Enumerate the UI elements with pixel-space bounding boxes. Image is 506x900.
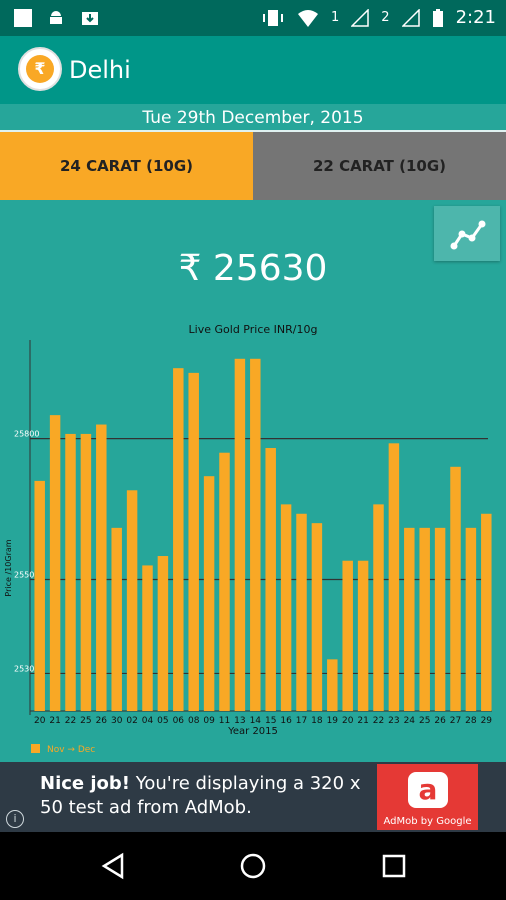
- recents-icon[interactable]: [380, 852, 408, 880]
- admob-icon: a: [408, 772, 448, 808]
- x-tick-label: 22: [373, 716, 384, 726]
- x-tick-label: 09: [203, 716, 215, 726]
- bar: [65, 433, 76, 711]
- x-tick-label: 21: [357, 716, 368, 726]
- bar: [34, 480, 45, 711]
- x-tick-label: 23: [388, 716, 399, 726]
- bar: [80, 433, 92, 711]
- x-tick-label: 25: [419, 716, 430, 726]
- clock: 2:21: [455, 7, 496, 28]
- x-axis-label: Year 2015: [227, 726, 278, 737]
- signal-icon: [351, 8, 370, 27]
- bar: [173, 368, 184, 711]
- bar: [265, 448, 276, 711]
- y-axis-label: Price /10Gram: [4, 539, 13, 596]
- legend-swatch: [31, 744, 40, 753]
- back-icon[interactable]: [100, 852, 128, 880]
- y-tick-label: 25800: [14, 430, 39, 439]
- x-tick-label: 04: [142, 716, 154, 726]
- x-tick-label: 20: [34, 716, 46, 726]
- legend-label: Nov → Dec: [47, 745, 95, 755]
- x-tick-label: 30: [111, 716, 123, 726]
- ad-info-icon[interactable]: i: [6, 810, 24, 828]
- rupee-icon: ₹: [26, 55, 54, 83]
- bar: [296, 513, 307, 711]
- status-bar: 1 2 2:21: [0, 0, 506, 36]
- download-icon: [82, 12, 98, 25]
- bar: [157, 556, 169, 711]
- ad-text: Nice job! You're displaying a 320 x 50 t…: [40, 772, 370, 820]
- sim2-label: 2: [381, 10, 390, 25]
- gold-price-chart: Live Gold Price INR/10g25800255002530020…: [4, 323, 493, 755]
- navigation-bar: [0, 832, 506, 900]
- x-tick-label: 11: [219, 716, 230, 726]
- price-value: ₹ 25630: [178, 248, 328, 289]
- x-tick-label: 15: [265, 716, 276, 726]
- date-label: Tue 29th December, 2015: [0, 104, 506, 132]
- android-icon: [50, 11, 62, 24]
- bar: [126, 490, 138, 711]
- wifi-icon: [298, 9, 319, 27]
- bar: [450, 466, 461, 711]
- bar: [404, 527, 415, 711]
- city-title[interactable]: Delhi: [69, 56, 131, 84]
- chart-title: Live Gold Price INR/10g: [189, 323, 318, 336]
- x-tick-label: 25: [80, 716, 91, 726]
- x-tick-label: 29: [481, 716, 493, 726]
- x-tick-label: 16: [280, 716, 292, 726]
- signal-icon: [401, 8, 420, 27]
- home-icon[interactable]: [239, 852, 267, 880]
- bar: [342, 560, 353, 711]
- x-tick-label: 19: [327, 716, 339, 726]
- x-tick-label: 20: [342, 716, 354, 726]
- bar: [465, 527, 477, 711]
- app-logo: ₹: [18, 47, 62, 91]
- admob-logo-caption: AdMob by Google: [383, 816, 472, 827]
- x-tick-label: 28: [465, 716, 477, 726]
- bar: [49, 415, 61, 711]
- bar: [327, 659, 338, 711]
- bar: [419, 527, 430, 711]
- bar: [373, 504, 384, 711]
- app-bar: ₹ Delhi: [0, 36, 506, 104]
- x-tick-label: 13: [234, 716, 245, 726]
- x-tick-label: 02: [126, 716, 137, 726]
- bar: [250, 358, 261, 711]
- x-tick-label: 26: [434, 716, 446, 726]
- notification-square-icon: [14, 9, 32, 27]
- tab-24-carat[interactable]: 24 CARAT (10G): [0, 132, 253, 200]
- ad-headline: Nice job!: [40, 773, 131, 794]
- bar: [280, 504, 292, 711]
- x-tick-label: 27: [450, 716, 461, 726]
- bar: [434, 527, 446, 711]
- bar: [357, 560, 369, 711]
- x-tick-label: 08: [188, 716, 200, 726]
- bar: [481, 513, 492, 711]
- vibrate-icon: [263, 9, 284, 26]
- ad-banner[interactable]: Nice job! You're displaying a 320 x 50 t…: [0, 762, 506, 832]
- bar: [96, 424, 107, 711]
- bar: [111, 527, 122, 711]
- x-tick-label: 22: [65, 716, 76, 726]
- x-tick-label: 18: [311, 716, 323, 726]
- x-tick-label: 24: [404, 716, 416, 726]
- bar: [188, 372, 199, 711]
- x-tick-label: 17: [296, 716, 307, 726]
- bar: [203, 476, 215, 711]
- bar: [142, 565, 153, 711]
- x-tick-label: 26: [96, 716, 108, 726]
- x-tick-label: 14: [250, 716, 262, 726]
- x-tick-label: 05: [157, 716, 168, 726]
- battery-icon: [432, 8, 443, 27]
- x-tick-label: 06: [173, 716, 185, 726]
- bar: [234, 358, 246, 711]
- tab-22-carat[interactable]: 22 CARAT (10G): [253, 132, 506, 200]
- x-tick-label: 21: [49, 716, 60, 726]
- admob-logo[interactable]: a AdMob by Google: [377, 764, 478, 830]
- bar: [388, 443, 400, 711]
- bar: [311, 523, 323, 711]
- bar: [219, 452, 230, 711]
- sim1-label: 1: [331, 10, 340, 25]
